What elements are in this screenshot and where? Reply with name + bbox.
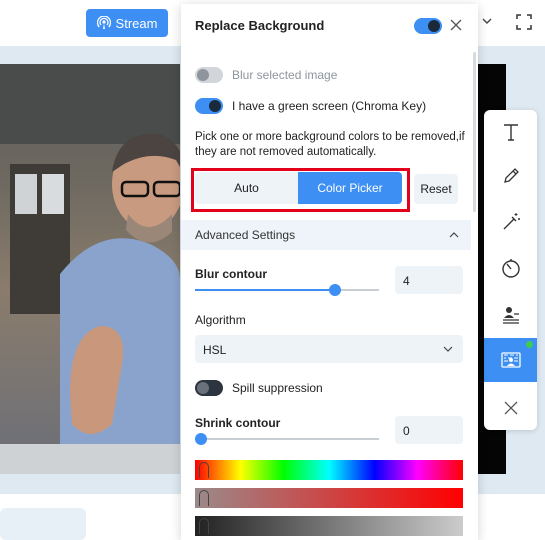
advanced-settings-label: Advanced Settings	[195, 228, 296, 242]
stream-label: Stream	[115, 15, 158, 31]
chevron-down-icon[interactable]	[480, 14, 494, 28]
green-screen-label: I have a green screen (Chroma Key)	[232, 99, 427, 113]
green-screen-toggle[interactable]	[195, 98, 223, 114]
timer-icon	[501, 259, 520, 278]
chevron-up-icon	[449, 232, 459, 238]
description-text: Pick one or more background colors to be…	[195, 131, 465, 158]
mode-color-picker-button[interactable]: Color Picker	[298, 172, 402, 204]
range-handle[interactable]	[199, 518, 209, 534]
bottom-card[interactable]	[0, 508, 86, 540]
camera-preview	[0, 64, 180, 474]
close-icon[interactable]	[449, 18, 463, 32]
range-handle[interactable]	[199, 490, 209, 506]
text-tool[interactable]	[484, 110, 537, 154]
side-toolbar	[484, 110, 537, 430]
timer-tool[interactable]	[484, 246, 537, 290]
magic-wand-tool[interactable]	[484, 200, 537, 244]
presenter-icon	[502, 307, 519, 324]
lightness-range-bar[interactable]	[195, 516, 463, 536]
panel-scrollbar[interactable]	[473, 52, 476, 212]
advanced-settings-header[interactable]: Advanced Settings	[181, 220, 471, 250]
stream-button[interactable]: Stream	[86, 9, 168, 37]
background-tool[interactable]	[484, 338, 537, 382]
pen-tool[interactable]	[484, 154, 537, 198]
magic-wand-icon	[503, 213, 520, 230]
slider-thumb[interactable]	[195, 433, 207, 445]
close-tool[interactable]	[484, 386, 537, 430]
spill-suppression-label: Spill suppression	[232, 381, 323, 395]
status-dot	[526, 341, 533, 348]
blur-contour-input[interactable]: 4	[395, 266, 463, 294]
close-icon	[504, 401, 517, 415]
hue-range-bar[interactable]	[195, 460, 463, 480]
fullscreen-icon[interactable]	[515, 13, 533, 31]
algorithm-label: Algorithm	[195, 313, 246, 327]
slider-thumb[interactable]	[329, 284, 342, 296]
pen-icon	[503, 168, 519, 183]
person-image	[0, 64, 180, 474]
blur-contour-label: Blur contour	[195, 267, 267, 281]
shrink-contour-label: Shrink contour	[195, 416, 281, 430]
blur-selected-label: Blur selected image	[232, 68, 338, 82]
blur-contour-slider[interactable]	[195, 283, 379, 297]
saturation-range-bar[interactable]	[195, 488, 463, 508]
shrink-contour-input[interactable]: 0	[395, 416, 463, 444]
shrink-contour-slider[interactable]	[195, 432, 379, 446]
presenter-tool[interactable]	[484, 292, 537, 336]
text-icon	[503, 124, 518, 141]
chevron-down-icon	[443, 346, 453, 352]
spill-suppression-toggle[interactable]	[195, 380, 223, 396]
replace-background-panel: Replace Background Blur selected image I…	[181, 4, 478, 540]
broadcast-icon	[96, 16, 111, 29]
background-replace-icon	[500, 352, 521, 368]
algorithm-value: HSL	[203, 343, 227, 357]
algorithm-select[interactable]: HSL	[195, 335, 463, 363]
range-handle[interactable]	[199, 462, 209, 478]
replace-background-toggle[interactable]	[414, 18, 442, 34]
mode-auto-button[interactable]: Auto	[195, 172, 298, 204]
panel-title: Replace Background	[195, 18, 325, 33]
blur-selected-toggle[interactable]	[195, 67, 223, 83]
reset-button[interactable]: Reset	[414, 174, 458, 204]
